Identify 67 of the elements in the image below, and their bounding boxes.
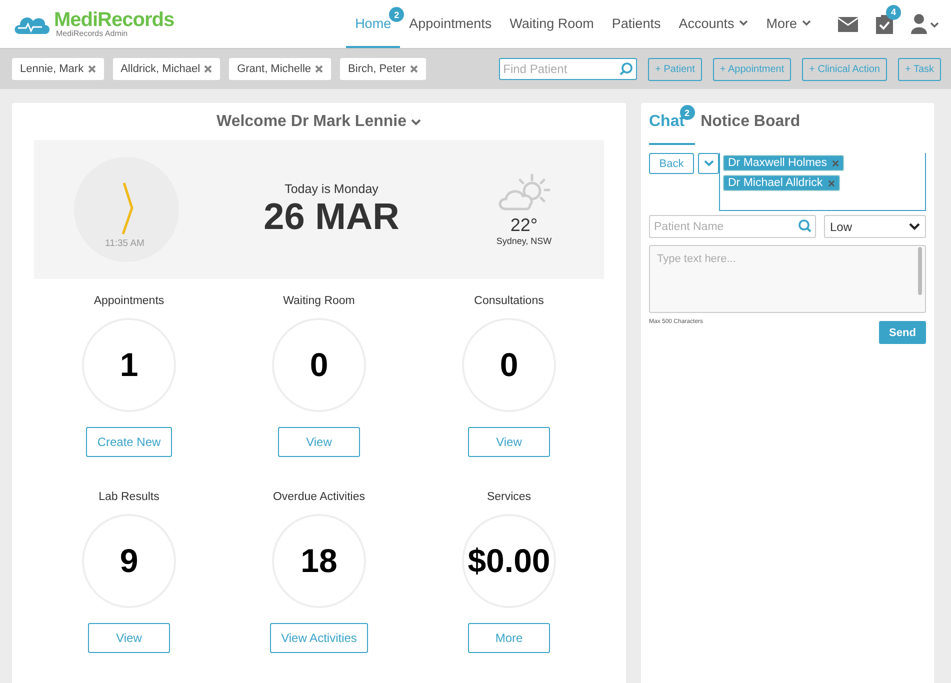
- patient-tab[interactable]: Grant, Michelle: [229, 58, 332, 80]
- stat-action-button[interactable]: View: [88, 623, 170, 653]
- notification-badge: 4: [886, 4, 901, 20]
- quick-action-button[interactable]: + Clinical Action: [802, 58, 887, 80]
- priority-select[interactable]: Low: [824, 215, 926, 238]
- nav-link[interactable]: Accounts: [670, 0, 758, 48]
- panel-tab[interactable]: Notice Board: [700, 105, 810, 145]
- recipient-tag[interactable]: Dr Maxwell Holmes: [723, 155, 844, 171]
- stat-action-button[interactable]: View Activities: [270, 623, 368, 653]
- stat-action-button[interactable]: More: [468, 623, 550, 653]
- clipboard-check-icon[interactable]: [876, 14, 893, 34]
- nav-link[interactable]: Patients: [602, 0, 670, 48]
- send-button[interactable]: Send: [879, 321, 926, 344]
- date-text: 26 MAR: [264, 196, 400, 238]
- close-icon[interactable]: [315, 65, 324, 73]
- clock-time: 11:35 AM: [105, 238, 144, 249]
- patient-tab[interactable]: Birch, Peter: [340, 58, 426, 80]
- close-icon[interactable]: [410, 65, 418, 73]
- stat-value: 1: [120, 346, 138, 384]
- stat-label: Services: [486, 491, 532, 503]
- temperature: 22°: [510, 215, 538, 236]
- stat-label: Waiting Room: [283, 295, 355, 307]
- recipient-tag[interactable]: Dr Michael Alldrick: [723, 175, 840, 191]
- welcome-menu[interactable]: Welcome Dr Mark Lennie: [34, 103, 604, 140]
- stat-value: 18: [300, 542, 338, 580]
- stat-label: Lab Results: [98, 491, 160, 503]
- caret-icon: [411, 118, 422, 126]
- chevron-down-icon: [704, 160, 714, 167]
- back-button[interactable]: Back: [649, 153, 694, 174]
- stat-value: $0.00: [468, 542, 550, 580]
- stat-action-button[interactable]: View: [278, 427, 360, 457]
- patient-tab[interactable]: Lennie, Mark: [12, 58, 104, 80]
- scrollbar[interactable]: [918, 247, 922, 295]
- day-text: Today is Monday: [284, 182, 378, 196]
- find-patient-field[interactable]: Find Patient: [499, 58, 638, 80]
- stat-value: 9: [120, 542, 138, 580]
- close-icon[interactable]: [828, 180, 835, 186]
- stat-value: 0: [310, 346, 328, 384]
- notification-badge: 2: [389, 7, 404, 22]
- stat-label: Consultations: [474, 295, 544, 307]
- stat-action-button[interactable]: View: [468, 427, 550, 457]
- nav-link[interactable]: More: [757, 0, 820, 48]
- patient-tab[interactable]: Alldrick, Michael: [112, 58, 220, 80]
- close-icon[interactable]: [832, 160, 840, 166]
- quick-action-button[interactable]: + Task: [898, 58, 941, 80]
- dropdown-button[interactable]: [698, 153, 719, 174]
- quick-action-button[interactable]: + Appointment: [712, 58, 792, 80]
- chevron-down-icon: [909, 223, 920, 230]
- location: Sydney, NSW: [496, 236, 552, 246]
- close-icon[interactable]: [204, 65, 212, 73]
- search-icon: [798, 219, 812, 233]
- user-icon[interactable]: [911, 14, 939, 34]
- mail-icon[interactable]: [838, 16, 858, 32]
- stat-label: Overdue Activities: [272, 491, 366, 503]
- stat-label: Appointments: [94, 295, 164, 307]
- brand-subtitle: MediRecords Admin: [56, 30, 129, 38]
- message-field[interactable]: Type text here...: [649, 245, 926, 313]
- recipients-field[interactable]: Dr Maxwell Holmes Dr Michael Alldrick: [719, 153, 926, 211]
- stat-value: 0: [500, 346, 518, 384]
- brand-name: MediRecords: [54, 10, 174, 30]
- stat-action-button[interactable]: Create New: [86, 427, 172, 457]
- nav-link[interactable]: Waiting Room: [500, 0, 603, 48]
- partly-cloudy-icon: [496, 173, 552, 213]
- patient-name-field[interactable]: Patient Name: [649, 215, 816, 238]
- close-icon[interactable]: [88, 65, 96, 73]
- quick-action-button[interactable]: + Patient: [648, 58, 702, 80]
- search-icon: [619, 62, 634, 76]
